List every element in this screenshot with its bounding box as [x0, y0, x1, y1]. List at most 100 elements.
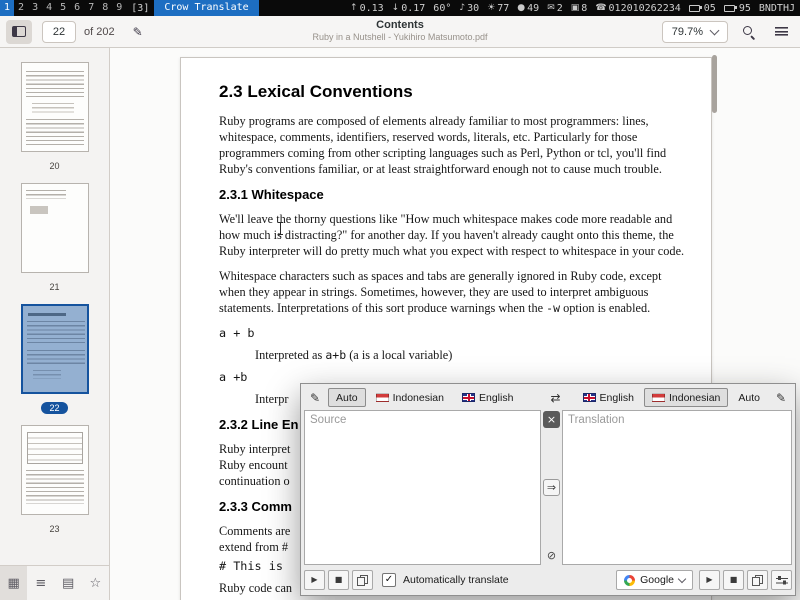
chevron-down-icon — [710, 25, 720, 35]
engine-selector[interactable]: Google — [616, 570, 693, 590]
workspace-7[interactable]: 7 — [84, 0, 98, 16]
thumbnail-page-22-selected[interactable]: 22 — [0, 304, 109, 411]
workspace-9[interactable]: 9 — [112, 0, 126, 16]
retranslate-icon: ⊘ — [547, 550, 556, 561]
auto-translate-label: Automatically translate — [403, 574, 509, 586]
thumbnail-page-23[interactable]: 23 — [0, 425, 109, 532]
search-icon — [741, 24, 756, 39]
volume-icon: ♪ — [459, 3, 465, 13]
phone-status: ☎012010262234 — [595, 3, 680, 14]
workspace-1[interactable]: 1 — [0, 0, 14, 16]
workspace-4[interactable]: 4 — [42, 0, 56, 16]
brightness-value: 77 — [497, 3, 509, 14]
target-language-indonesian-button[interactable]: Indonesian — [644, 388, 728, 407]
chevron-down-icon — [678, 574, 686, 582]
clear-icon: × — [547, 414, 556, 425]
search-button[interactable] — [735, 20, 761, 44]
thumbnails-sidebar: 20 21 22 23 ▦ ≡ ▤ ☆ — [0, 48, 110, 600]
disk-status: ▣8 — [571, 3, 588, 14]
thumbnail-page-20[interactable]: 20 — [0, 62, 109, 169]
scrollbar-thumb[interactable] — [712, 55, 717, 113]
annotations-view-button[interactable]: ▤ — [55, 566, 82, 600]
thumbnail-image — [21, 425, 89, 515]
speak-translation-button[interactable]: ▶ — [699, 570, 720, 590]
battery1-value: 05 — [704, 3, 716, 14]
crow-translate-window: ✎ Auto Indonesian English ⇄ English Indo… — [300, 383, 796, 596]
annotate-button[interactable]: ✎ — [125, 20, 151, 44]
mic-icon: ● — [517, 3, 525, 13]
disk-icon: ▣ — [571, 3, 580, 13]
active-window-title: Crow Translate — [154, 0, 258, 16]
battery2-status: 95 — [724, 3, 751, 14]
thumbnail-label-row: 20 — [49, 156, 59, 169]
thumbnail-page-21[interactable]: 21 — [0, 183, 109, 290]
copy-translation-button[interactable] — [747, 570, 768, 590]
target-language-auto-button[interactable]: Auto — [730, 388, 768, 407]
thumbnail-label-row: 22 — [41, 398, 67, 411]
copy-source-button[interactable] — [352, 570, 373, 590]
brightness-status: ☀77 — [487, 3, 509, 14]
thumbnail-image — [21, 62, 89, 152]
zoom-selector[interactable]: 79.7% — [662, 21, 728, 43]
stop-source-button[interactable]: ■ — [328, 570, 349, 590]
statusbar: 1 2 3 4 5 6 7 8 9 [3] Crow Translate ↑0.… — [0, 0, 800, 16]
translation-output[interactable] — [562, 410, 792, 565]
stop-icon: ■ — [335, 576, 343, 584]
menu-button[interactable] — [768, 20, 794, 44]
pencil-icon: ✎ — [776, 392, 786, 404]
battery-icon — [724, 5, 735, 12]
target-language-english-button[interactable]: English — [575, 388, 642, 407]
phone-icon: ☎ — [595, 3, 606, 13]
button-label: English — [479, 392, 513, 404]
list-icon: ≡ — [35, 577, 46, 590]
stop-icon: ■ — [730, 576, 738, 584]
button-label: Auto — [738, 392, 760, 404]
workspace-6[interactable]: 6 — [70, 0, 84, 16]
desktop: 1 2 3 4 5 6 7 8 9 [3] Crow Translate ↑0.… — [0, 0, 800, 600]
document-title: Contents — [313, 19, 488, 31]
down-arrow-icon: ↓ — [392, 3, 400, 13]
stop-translation-button[interactable]: ■ — [723, 570, 744, 590]
sidebar-toggle-button[interactable] — [6, 20, 32, 44]
thumbnail-image — [21, 183, 89, 273]
inline-code: -w — [546, 301, 560, 315]
text-run: (a is a local variable) — [346, 348, 452, 362]
sidebar-toggle-icon — [12, 26, 26, 37]
battery-icon — [689, 5, 700, 12]
thumbnail-label: 20 — [49, 161, 59, 171]
source-text-input[interactable] — [304, 410, 541, 565]
workspace-3[interactable]: 3 — [28, 0, 42, 16]
source-language-english-button[interactable]: English — [454, 388, 521, 407]
outline-view-button[interactable]: ≡ — [27, 566, 54, 600]
button-label: English — [600, 392, 634, 404]
workspace-2[interactable]: 2 — [14, 0, 28, 16]
clear-source-button[interactable]: × — [543, 411, 560, 428]
copy-translation-to-source-button[interactable]: ⊘ — [543, 547, 560, 564]
thumbnail-label: 23 — [49, 524, 59, 534]
pdf-viewer-headerbar: of 202 ✎ Contents Ruby in a Nutshell - Y… — [0, 16, 800, 48]
mail-icon: ✉ — [547, 3, 555, 13]
text-cursor-pointer — [277, 222, 284, 235]
thumbnails-view-button[interactable]: ▦ — [0, 566, 27, 600]
thumbnail-label-row: 23 — [49, 519, 59, 532]
middle-controls: × ⇒ ⊘ — [541, 410, 562, 565]
bookmarks-view-button[interactable]: ☆ — [82, 566, 109, 600]
mic-value: 49 — [527, 3, 539, 14]
edit-target-languages-button[interactable]: ✎ — [770, 388, 792, 407]
translate-button[interactable]: ⇒ — [543, 479, 560, 496]
indented-note: Interpreted as a+b (a is a local variabl… — [255, 347, 689, 363]
source-language-auto-button[interactable]: Auto — [328, 388, 366, 407]
workspace-8[interactable]: 8 — [98, 0, 112, 16]
page-number-input[interactable] — [42, 21, 76, 43]
workspace-5[interactable]: 5 — [56, 0, 70, 16]
settings-sliders-icon — [776, 575, 788, 585]
up-arrow-icon: ↑ — [350, 3, 358, 13]
swap-languages-button[interactable]: ⇄ — [545, 388, 567, 407]
net-up-value: 0.13 — [360, 3, 384, 14]
speak-source-button[interactable]: ▶ — [304, 570, 325, 590]
edit-source-languages-button[interactable]: ✎ — [304, 388, 326, 407]
auto-translate-checkbox[interactable]: ✓ — [382, 573, 396, 587]
subsection-heading: 2.3.1 Whitespace — [219, 187, 689, 203]
settings-button[interactable] — [771, 570, 792, 590]
source-language-indonesian-button[interactable]: Indonesian — [368, 388, 452, 407]
